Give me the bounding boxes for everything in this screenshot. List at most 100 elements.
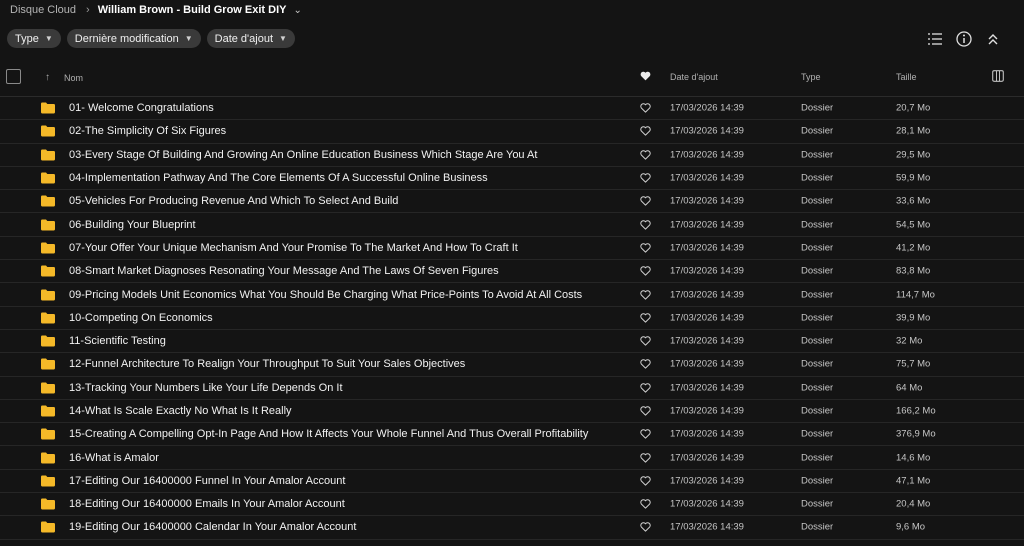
folder-icon <box>41 172 55 184</box>
heart-icon[interactable] <box>640 289 651 300</box>
table-row[interactable]: 06-Building Your Blueprint 17/03/2026 14:… <box>0 213 1024 237</box>
row-name[interactable]: 11-Scientific Testing <box>69 335 166 347</box>
table-row[interactable]: 18-Editing Our 16400000 Emails In Your A… <box>0 493 1024 517</box>
collapse-icon[interactable] <box>984 30 1002 48</box>
filter-last-modified[interactable]: Dernière modification ▼ <box>66 29 201 48</box>
row-name[interactable]: 10-Competing On Economics <box>69 312 213 324</box>
filter-date-added[interactable]: Date d'ajout ▼ <box>206 29 295 48</box>
column-header-size[interactable]: Taille <box>896 72 917 82</box>
row-type: Dossier <box>801 521 834 533</box>
row-type: Dossier <box>801 125 834 137</box>
heart-icon[interactable] <box>640 452 651 463</box>
row-date-added: 17/03/2026 14:39 <box>670 219 744 231</box>
row-date-added: 17/03/2026 14:39 <box>670 312 744 324</box>
column-header-type[interactable]: Type <box>801 72 821 82</box>
table-row[interactable]: 02-The Simplicity Of Six Figures 17/03/20… <box>0 120 1024 144</box>
chevron-right-icon: › <box>86 4 90 16</box>
row-name[interactable]: 08-Smart Market Diagnoses Resonating You… <box>69 265 499 277</box>
table-row[interactable]: 17-Editing Our 16400000 Funnel In Your A… <box>0 470 1024 494</box>
heart-icon[interactable] <box>640 196 651 206</box>
folder-icon <box>41 475 55 487</box>
heart-icon[interactable] <box>640 382 651 393</box>
heart-icon[interactable] <box>640 336 651 346</box>
table-row[interactable]: 14-What Is Scale Exactly No What Is It R… <box>0 400 1024 424</box>
columns-settings-icon[interactable] <box>992 70 1004 84</box>
info-icon[interactable] <box>955 30 973 48</box>
row-date-added: 17/03/2026 14:39 <box>670 521 744 533</box>
row-name[interactable]: 02-The Simplicity Of Six Figures <box>69 125 226 137</box>
heart-icon[interactable] <box>640 476 651 486</box>
list-view-icon[interactable] <box>926 30 944 48</box>
row-name[interactable]: 19-Editing Our 16400000 Calendar In Your… <box>69 521 356 533</box>
breadcrumb-current[interactable]: William Brown - Build Grow Exit DIY <box>98 4 287 16</box>
row-type: Dossier <box>801 428 834 440</box>
filter-type[interactable]: Type ▼ <box>7 29 61 48</box>
row-type: Dossier <box>801 335 834 347</box>
row-name[interactable]: 06-Building Your Blueprint <box>69 219 196 231</box>
heart-icon[interactable] <box>640 406 651 416</box>
row-type: Dossier <box>801 265 834 277</box>
heart-icon[interactable] <box>640 522 651 533</box>
heart-icon[interactable] <box>640 173 651 183</box>
row-name[interactable]: 12-Funnel Architecture To Realign Your T… <box>69 358 465 370</box>
row-name[interactable]: 04-Implementation Pathway And The Core E… <box>69 172 488 184</box>
table-row[interactable]: 07-Your Offer Your Unique Mechanism And … <box>0 237 1024 261</box>
select-all-checkbox[interactable] <box>6 69 21 84</box>
heart-icon[interactable] <box>640 313 651 323</box>
row-type: Dossier <box>801 195 834 207</box>
row-date-added: 17/03/2026 14:39 <box>670 172 744 184</box>
table-row[interactable]: 05-Vehicles For Producing Revenue And Wh… <box>0 190 1024 214</box>
table-row[interactable]: 04-Implementation Pathway And The Core E… <box>0 167 1024 191</box>
row-name[interactable]: 01- Welcome Congratulations <box>69 102 214 114</box>
heart-icon[interactable] <box>640 359 651 369</box>
favorite-column-icon[interactable] <box>640 71 651 83</box>
row-size: 14,6 Mo <box>896 452 931 464</box>
table-header: ↑ Nom Date d'ajout Type Taille <box>0 64 1024 97</box>
chevron-down-icon: ▼ <box>44 34 53 43</box>
row-type: Dossier <box>801 498 834 510</box>
column-header-date-added[interactable]: Date d'ajout <box>670 72 718 82</box>
row-name[interactable]: 13-Tracking Your Numbers Like Your Life … <box>69 382 343 394</box>
row-name[interactable]: 05-Vehicles For Producing Revenue And Wh… <box>69 195 398 207</box>
table-row[interactable]: 08-Smart Market Diagnoses Resonating You… <box>0 260 1024 284</box>
chevron-down-icon[interactable]: ⌄ <box>293 5 301 16</box>
table-row[interactable]: 03-Every Stage Of Building And Growing A… <box>0 144 1024 167</box>
row-name[interactable]: 03-Every Stage Of Building And Growing A… <box>69 149 537 161</box>
table-row[interactable]: 19-Editing Our 16400000 Calendar In Your… <box>0 516 1024 540</box>
table-row[interactable]: 09-Pricing Models Unit Economics What Yo… <box>0 283 1024 307</box>
table-row[interactable]: 15-Creating A Compelling Opt-In Page And… <box>0 423 1024 447</box>
row-name[interactable]: 15-Creating A Compelling Opt-In Page And… <box>69 428 588 440</box>
filter-bar: Type ▼ Dernière modification ▼ Date d'aj… <box>7 29 295 48</box>
row-name[interactable]: 16-What is Amalor <box>69 452 159 464</box>
table-row[interactable]: 01- Welcome Congratulations 17/03/2026 14… <box>0 97 1024 121</box>
heart-icon[interactable] <box>640 103 651 113</box>
heart-icon[interactable] <box>640 126 651 137</box>
row-name[interactable]: 18-Editing Our 16400000 Emails In Your A… <box>69 498 345 510</box>
heart-icon[interactable] <box>640 243 651 253</box>
heart-icon[interactable] <box>640 429 651 439</box>
sort-arrow-icon[interactable]: ↑ <box>45 72 50 83</box>
table-row[interactable]: 12-Funnel Architecture To Realign Your T… <box>0 353 1024 377</box>
table-row[interactable]: 13-Tracking Your Numbers Like Your Life … <box>0 377 1024 400</box>
row-name[interactable]: 17-Editing Our 16400000 Funnel In Your A… <box>69 475 345 487</box>
table-row[interactable]: 11-Scientific Testing 17/03/2026 14:39 Dos… <box>0 330 1024 354</box>
row-type: Dossier <box>801 405 834 417</box>
breadcrumb-root[interactable]: Disque Cloud <box>10 4 76 16</box>
row-date-added: 17/03/2026 14:39 <box>670 102 744 114</box>
row-name[interactable]: 14-What Is Scale Exactly No What Is It R… <box>69 405 292 417</box>
heart-icon[interactable] <box>640 499 651 509</box>
row-date-added: 17/03/2026 14:39 <box>670 289 744 301</box>
row-name[interactable]: 09-Pricing Models Unit Economics What Yo… <box>69 289 582 301</box>
heart-icon[interactable] <box>640 266 651 276</box>
row-date-added: 17/03/2026 14:39 <box>670 358 744 370</box>
heart-icon[interactable] <box>640 150 651 160</box>
row-size: 64 Mo <box>896 382 923 394</box>
table-row[interactable]: 16-What is Amalor 17/03/2026 14:39 Dossier… <box>0 446 1024 470</box>
row-name[interactable]: 07-Your Offer Your Unique Mechanism And … <box>69 242 518 254</box>
table-row[interactable]: 10-Competing On Economics 17/03/2026 14:3… <box>0 307 1024 330</box>
row-date-added: 17/03/2026 14:39 <box>670 452 744 464</box>
row-date-added: 17/03/2026 14:39 <box>670 428 744 440</box>
row-size: 20,7 Mo <box>896 102 931 114</box>
heart-icon[interactable] <box>640 219 651 230</box>
column-header-name[interactable]: Nom <box>64 73 83 83</box>
